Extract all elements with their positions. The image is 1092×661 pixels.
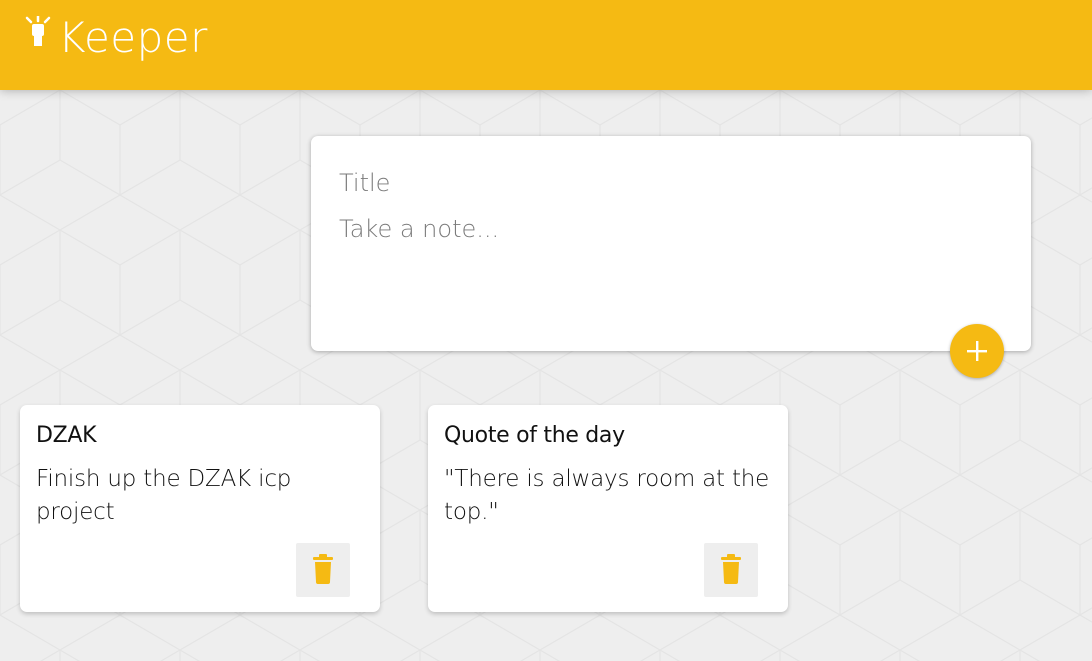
note-title: Quote of the day [444,423,625,448]
trash-icon [313,554,333,584]
add-note-button[interactable] [950,324,1004,378]
note-title: DZAK [36,423,97,448]
note-content: Finish up the DZAK icp project [36,466,292,525]
create-note-form [311,136,1031,351]
trash-icon [721,554,741,584]
note-content: "There is always room at the top." [444,466,770,525]
delete-note-button[interactable] [704,543,758,597]
delete-note-button[interactable] [296,543,350,597]
app-header: Keeper [0,0,1092,90]
lightbulb-icon [24,14,52,48]
note-card: Quote of the day "There is always room a… [428,405,788,612]
note-content-input[interactable] [339,212,999,322]
plus-icon [967,341,987,361]
note-card: DZAK Finish up the DZAK icp project [20,405,380,612]
app-title: Keeper [58,13,208,62]
note-title-input[interactable] [339,166,999,200]
